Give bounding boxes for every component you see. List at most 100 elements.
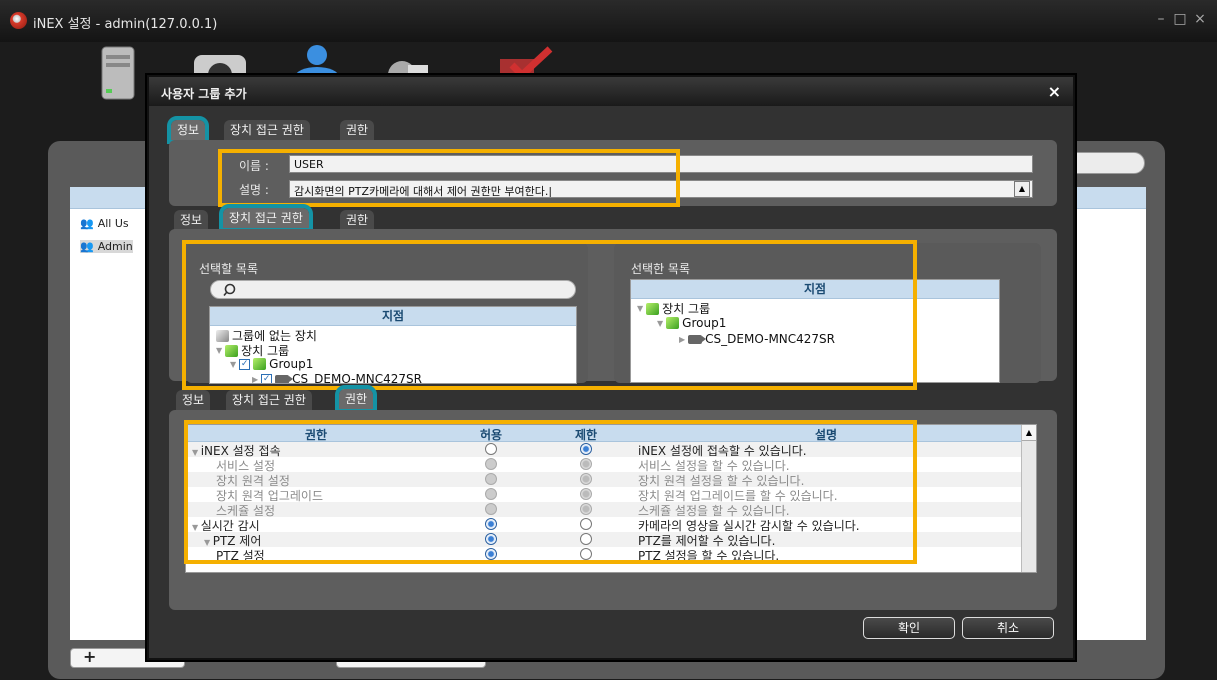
window-title: iNEX 설정 - admin(127.0.0.1) bbox=[33, 17, 218, 32]
deny-radio[interactable] bbox=[580, 548, 592, 560]
permission-name-text: 장치 원격 설정 bbox=[216, 474, 290, 488]
title-bar: iNEX 설정 - admin(127.0.0.1) – □ × bbox=[0, 0, 1217, 42]
tab-device-access[interactable]: 장치 접근 권한 bbox=[226, 390, 312, 410]
dialog-title-bar: 사용자 그룹 추가 × bbox=[149, 77, 1073, 106]
search-icon bbox=[223, 283, 236, 297]
selected-device-tree: 지점 ▼ 장치 그룹 ▼ Group1 ▶ CS_DEMO-MNC427SR bbox=[630, 279, 1000, 383]
tab-permissions[interactable]: 권한 bbox=[340, 120, 375, 140]
cancel-button[interactable]: 취소 bbox=[962, 617, 1054, 639]
deny-radio[interactable] bbox=[580, 518, 592, 530]
expand-icon[interactable]: ▶ bbox=[252, 375, 258, 384]
info-section: 이름 : USER 설명 : 감시화면의 PTZ카메라에 대해서 제어 권한만 … bbox=[169, 140, 1057, 206]
device-search-input[interactable] bbox=[210, 280, 576, 299]
document-icon[interactable] bbox=[380, 45, 440, 79]
deny-radio[interactable] bbox=[580, 458, 592, 470]
allow-radio[interactable] bbox=[485, 488, 497, 500]
available-list-title: 선택할 목록 bbox=[199, 262, 259, 276]
permission-row: ▼ iNEX 설정 접속 iNEX 설정에 접속할 수 있습니다. bbox=[186, 442, 1036, 458]
tree-item-label: CS_DEMO-MNC427SR bbox=[292, 372, 423, 384]
device-box-icon bbox=[216, 329, 229, 342]
permission-row: ▼ 실시간 감시 카메라의 영상을 실시간 감시할 수 있습니다. bbox=[186, 517, 1036, 533]
permission-row: ▼ PTZ 제어 PTZ를 제어할 수 있습니다. bbox=[186, 532, 1036, 548]
allow-radio[interactable] bbox=[485, 518, 497, 530]
app-logo-icon bbox=[10, 12, 27, 29]
user-group-label: Admin bbox=[97, 240, 133, 253]
device-access-section: 선택할 목록 지점 그룹에 없는 장치 ▼ 장치 그룹 ▼ ✓ Group1 ▶ ✓ CS… bbox=[169, 229, 1057, 384]
close-window-button[interactable]: × bbox=[1192, 11, 1208, 27]
tree-item[interactable]: ▶ ✓ CS_DEMO-MNC427SR bbox=[252, 372, 423, 384]
permission-name-text: PTZ 설정 bbox=[216, 549, 265, 563]
permission-row: 스케쥴 설정 스케쥴 설정을 할 수 있습니다. bbox=[186, 502, 1036, 518]
tree-item[interactable]: ▶ CS_DEMO-MNC427SR bbox=[679, 332, 835, 346]
allow-radio[interactable] bbox=[485, 458, 497, 470]
tree-item-label: Group1 bbox=[682, 316, 727, 330]
description-label: 설명 : bbox=[239, 183, 269, 197]
group-cube-icon bbox=[666, 317, 680, 329]
tab-device-access[interactable]: 장치 접근 권한 bbox=[219, 204, 313, 232]
name-input[interactable]: USER bbox=[289, 155, 1033, 173]
permissions-table: 권한 허용 제한 설명 ▼ iNEX 설정 접속 iNEX 설정에 접속할 수 있… bbox=[185, 424, 1037, 573]
check-icon[interactable] bbox=[494, 45, 554, 79]
column-header-deny: 제한 bbox=[574, 428, 598, 442]
permission-name: PTZ 설정 bbox=[216, 547, 265, 564]
user-group-item[interactable]: 👥 Admin bbox=[80, 240, 133, 253]
allow-radio[interactable] bbox=[485, 548, 497, 560]
expand-icon[interactable]: ▼ bbox=[637, 304, 643, 313]
expand-icon[interactable]: ▼ bbox=[192, 523, 201, 532]
allow-radio[interactable] bbox=[485, 443, 497, 455]
deny-radio[interactable] bbox=[580, 488, 592, 500]
tab-device-access[interactable]: 장치 접근 권한 bbox=[224, 120, 310, 140]
deny-radio[interactable] bbox=[580, 473, 592, 485]
permissions-scrollbar[interactable]: ▲ bbox=[1021, 425, 1036, 572]
expand-icon[interactable]: ▼ bbox=[230, 360, 236, 369]
expand-icon[interactable]: ▼ bbox=[657, 319, 663, 328]
maximize-button[interactable]: □ bbox=[1172, 11, 1188, 27]
user-icon[interactable] bbox=[290, 45, 344, 79]
tab-info[interactable]: 정보 bbox=[166, 116, 210, 144]
name-label: 이름 : bbox=[239, 159, 269, 173]
permission-row: 서비스 설정 서비스 설정을 할 수 있습니다. bbox=[186, 457, 1036, 473]
description-scroll-up-icon[interactable]: ▲ bbox=[1014, 181, 1030, 197]
permission-name-text: 스케쥴 설정 bbox=[216, 504, 276, 518]
tab-permissions[interactable]: 권한 bbox=[340, 210, 375, 230]
user-group-item[interactable]: 👥 All Us bbox=[80, 217, 129, 230]
group-cube-icon bbox=[225, 344, 239, 357]
group-cube-icon bbox=[646, 302, 660, 315]
description-input[interactable]: 감시화면의 PTZ카메라에 대해서 제어 권한만 부여한다.| bbox=[289, 180, 1033, 198]
selected-list-panel: 선택한 목록 지점 ▼ 장치 그룹 ▼ Group1 ▶ CS_DEMO-MNC427… bbox=[614, 243, 1041, 383]
background-search-input[interactable] bbox=[1065, 152, 1145, 174]
permission-row: PTZ 설정 PTZ 설정을 할 수 있습니다. bbox=[186, 547, 1036, 564]
permission-name-text: PTZ 제어 bbox=[212, 534, 262, 548]
ok-button[interactable]: 확인 bbox=[863, 617, 955, 639]
permission-description: PTZ 설정을 할 수 있습니다. bbox=[638, 549, 780, 563]
permission-row: 장치 원격 설정 장치 원격 설정을 할 수 있습니다. bbox=[186, 472, 1036, 488]
selected-list-title: 선택한 목록 bbox=[631, 262, 691, 276]
permission-row: 장치 원격 업그레이드 장치 원격 업그레이드를 할 수 있습니다. bbox=[186, 487, 1036, 503]
server-icon[interactable] bbox=[96, 45, 140, 101]
allow-radio[interactable] bbox=[485, 533, 497, 545]
expand-icon[interactable]: ▼ bbox=[192, 448, 201, 457]
expand-icon[interactable]: ▼ bbox=[204, 538, 213, 547]
tab-info[interactable]: 정보 bbox=[176, 390, 211, 410]
tree-item-label: Group1 bbox=[269, 357, 314, 371]
scroll-up-icon[interactable]: ▲ bbox=[1022, 425, 1036, 441]
allow-radio[interactable] bbox=[485, 473, 497, 485]
camera-device-icon bbox=[275, 374, 294, 383]
tree-item[interactable]: ▼ ✓ Group1 bbox=[230, 357, 313, 371]
deny-radio[interactable] bbox=[580, 443, 592, 455]
checkbox-icon[interactable]: ✓ bbox=[261, 373, 273, 383]
tree-item[interactable]: ▼ 장치 그룹 bbox=[637, 300, 710, 317]
expand-icon[interactable]: ▶ bbox=[679, 335, 685, 344]
permission-name-text: 장치 원격 업그레이드 bbox=[216, 489, 323, 503]
tab-info[interactable]: 정보 bbox=[174, 210, 209, 230]
allow-radio[interactable] bbox=[485, 503, 497, 515]
dialog-close-button[interactable]: × bbox=[1048, 82, 1061, 101]
checkbox-icon[interactable]: ✓ bbox=[239, 358, 251, 370]
available-tree-header: 지점 bbox=[210, 307, 576, 326]
deny-radio[interactable] bbox=[580, 503, 592, 515]
deny-radio[interactable] bbox=[580, 533, 592, 545]
tree-item[interactable]: ▼ Group1 bbox=[657, 316, 726, 330]
tab-permissions[interactable]: 권한 bbox=[334, 385, 378, 413]
expand-icon[interactable]: ▼ bbox=[216, 346, 222, 355]
minimize-button[interactable]: – bbox=[1153, 11, 1169, 27]
